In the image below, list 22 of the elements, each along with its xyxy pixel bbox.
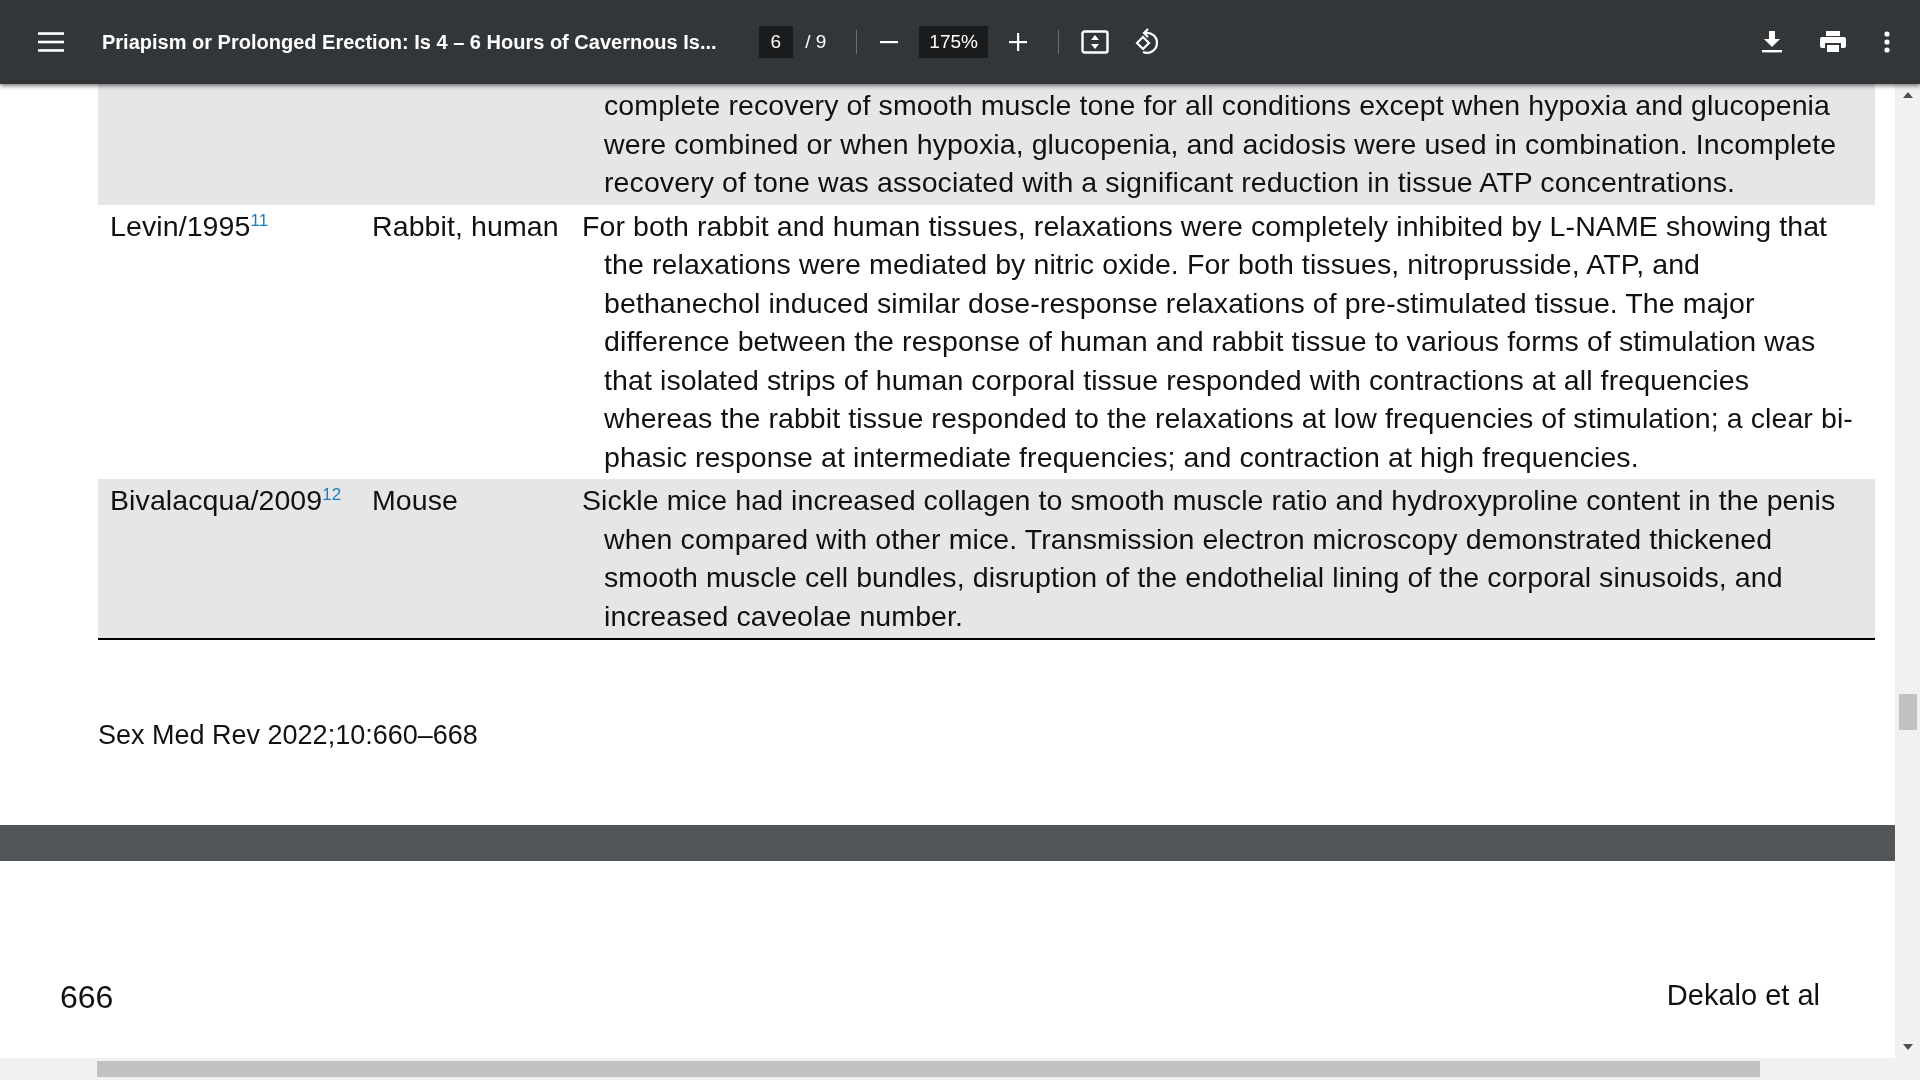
zoom-in-icon[interactable]	[1007, 32, 1028, 52]
zoom-field[interactable]: 175%	[919, 26, 988, 58]
more-options-icon[interactable]	[1884, 31, 1890, 53]
page-number-field[interactable]: 6	[758, 26, 794, 58]
page-count: / 9	[805, 31, 827, 53]
scroll-down-icon[interactable]	[1902, 1044, 1913, 1050]
scroll-up-icon[interactable]	[1902, 92, 1913, 98]
author-cell-text: Levin/1995$^{11}$	[109, 208, 270, 244]
species-cell-text: Rabbit, human	[372, 208, 560, 244]
menu-icon[interactable]	[38, 32, 64, 52]
print-icon[interactable]	[1820, 31, 1846, 53]
download-icon[interactable]	[1762, 31, 1782, 53]
page-number: 666	[60, 979, 114, 1016]
findings-cell: complete recovery of smooth muscle tone for all conditions except when hypoxia and glucopenia were combined or when hypoxia, glucopenia, and acidosis were used in combination. Incomplete recovery of tone was associated with a significant reduction in tissue ATP concentrations.	[582, 84, 1875, 205]
species-cell: Mouse	[372, 479, 582, 638]
author-cell: Bivalacqua/2009$^{12}$	[98, 479, 372, 638]
fit-page-icon[interactable]	[1080, 30, 1109, 54]
document-title: Priapism or Prolonged Erection: Is 4 – 6 Hours of Cavernous Is...	[102, 30, 717, 54]
running-head: Dekalo et al	[1666, 979, 1820, 1012]
journal-citation: Sex Med Rev 2022;10:660–668	[98, 720, 479, 751]
findings-cell: Sickle mice had increased collagen to smooth muscle ratio and hydroxyproline content in the penis when compared with other mice. Transmission electron microscopy demonstrated thickened smooth muscle cell bundles, disruption of the endothelial lining of the corporal sinusoids, and increased caveolae number.	[582, 479, 1875, 638]
findings-cell-text: For both rabbit and human tissues, relaxations were completely inhibited by L-NAME showing that the relaxations were mediated by nitric oxide. For both tissues, nitroprusside, ATP, and bethanechol induced similar dose-response relaxations of pre-stimulated tissue. The major difference between the response of human and rabbit tissue to various forms of stimulation was that isolated strips of human corporal tissue responded with contractions at all frequencies whereas the rabbit tissue responded to the relaxations at low frequencies of stimulation; a clear bi-phasic response at intermediate frequencies; and contraction at high frequencies.	[582, 208, 1854, 475]
